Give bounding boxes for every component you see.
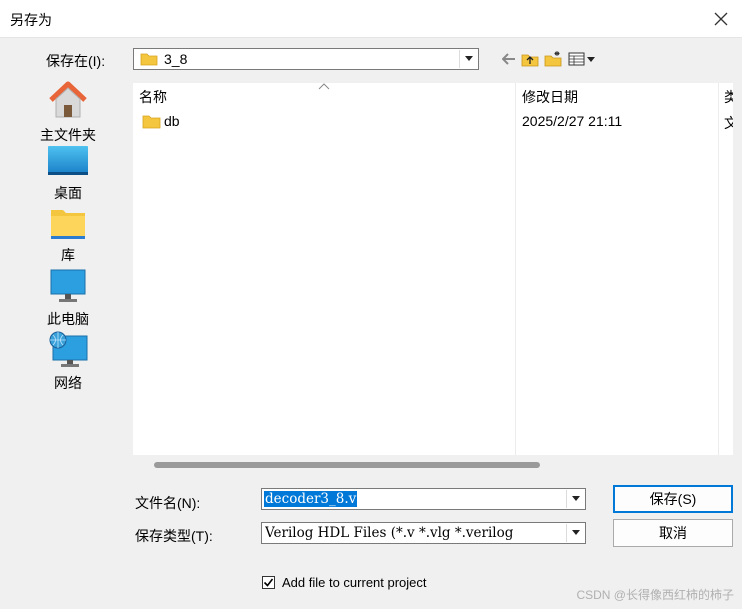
file-row[interactable]: db 2025/2/27 21:11 文 bbox=[133, 111, 733, 133]
place-network[interactable]: 网络 bbox=[22, 330, 114, 393]
place-label: 网络 bbox=[54, 375, 82, 391]
computer-icon bbox=[50, 269, 86, 302]
new-folder-icon bbox=[544, 51, 562, 67]
filename-combo[interactable]: decoder3_8.v bbox=[261, 488, 586, 510]
location-combo[interactable]: 3_8 bbox=[133, 48, 479, 70]
file-name: db bbox=[164, 113, 180, 129]
filetype-dropdown-button[interactable] bbox=[566, 524, 584, 542]
chevron-down-icon bbox=[571, 496, 580, 501]
location-label: 保存在(I): bbox=[46, 53, 106, 69]
back-button[interactable] bbox=[500, 50, 518, 68]
filetype-combo[interactable]: Verilog HDL Files (*.v *.vlg *.verilog bbox=[261, 522, 586, 544]
location-value: 3_8 bbox=[164, 51, 188, 67]
up-folder-button[interactable] bbox=[521, 50, 539, 68]
add-to-project-label[interactable]: Add file to current project bbox=[282, 575, 427, 590]
file-list[interactable]: 名称 修改日期 类 db 2025/2/27 21:11 文 bbox=[133, 83, 733, 455]
filetype-label: 保存类型(T): bbox=[135, 528, 213, 544]
column-divider bbox=[718, 83, 719, 455]
save-button[interactable]: 保存(S) bbox=[613, 485, 733, 513]
column-header-type[interactable]: 类 bbox=[724, 87, 733, 107]
up-folder-icon bbox=[521, 54, 539, 67]
place-desktop[interactable]: 桌面 bbox=[22, 144, 114, 203]
folder-icon bbox=[140, 53, 158, 66]
column-divider bbox=[515, 83, 516, 455]
close-button[interactable] bbox=[706, 4, 736, 34]
place-label: 主文件夹 bbox=[40, 127, 96, 143]
filename-label: 文件名(N): bbox=[135, 495, 201, 511]
place-label: 桌面 bbox=[54, 185, 82, 201]
file-type: 文 bbox=[724, 115, 733, 131]
view-menu-icon bbox=[568, 52, 595, 66]
filename-input[interactable]: decoder3_8.v bbox=[264, 491, 358, 507]
back-arrow-icon bbox=[502, 53, 515, 65]
network-icon bbox=[49, 331, 88, 367]
cancel-button[interactable]: 取消 bbox=[613, 519, 733, 547]
folder-icon bbox=[142, 115, 161, 129]
location-dropdown-button[interactable] bbox=[459, 50, 477, 68]
checkmark-icon bbox=[263, 578, 274, 587]
new-folder-button[interactable] bbox=[544, 50, 562, 68]
filetype-value: Verilog HDL Files (*.v *.vlg *.verilog bbox=[265, 525, 514, 541]
close-icon bbox=[714, 12, 728, 26]
places-bar: 主文件夹 桌面 库 此电脑 网络 bbox=[0, 76, 134, 396]
chevron-down-icon bbox=[464, 56, 473, 61]
place-label: 库 bbox=[61, 247, 75, 263]
watermark: CSDN @长得像西红柿的柿子 bbox=[576, 588, 734, 602]
title-bar: 另存为 bbox=[0, 0, 742, 38]
window-title: 另存为 bbox=[10, 12, 52, 28]
view-menu-button[interactable] bbox=[568, 50, 596, 68]
horizontal-scrollbar[interactable] bbox=[154, 462, 540, 468]
home-icon bbox=[49, 81, 87, 118]
file-modified: 2025/2/27 21:11 bbox=[522, 113, 623, 129]
sort-ascending-icon bbox=[318, 83, 330, 90]
column-header-modified[interactable]: 修改日期 bbox=[522, 87, 578, 107]
place-library[interactable]: 库 bbox=[22, 206, 114, 265]
place-computer[interactable]: 此电脑 bbox=[22, 268, 114, 329]
place-label: 此电脑 bbox=[47, 311, 89, 327]
column-header-name[interactable]: 名称 bbox=[139, 87, 167, 107]
chevron-down-icon bbox=[571, 530, 580, 535]
add-to-project-checkbox[interactable] bbox=[262, 576, 275, 589]
library-icon bbox=[51, 210, 85, 239]
filename-dropdown-button[interactable] bbox=[566, 490, 584, 508]
place-home[interactable]: 主文件夹 bbox=[22, 80, 114, 145]
desktop-icon bbox=[48, 146, 88, 175]
